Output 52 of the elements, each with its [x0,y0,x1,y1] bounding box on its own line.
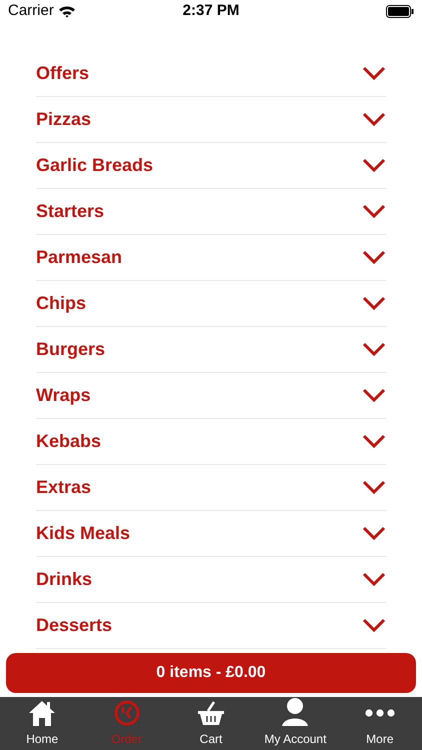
category-row[interactable]: Pizzas [36,96,386,142]
chevron-down-icon [362,572,386,586]
cart-summary-button[interactable]: 0 items - £0.00 [6,652,416,692]
category-row[interactable]: Offers [36,50,386,96]
chevron-down-icon [362,480,386,494]
category-row[interactable]: Chips [36,280,386,326]
chevron-down-icon [362,112,386,126]
chevron-down-icon [362,250,386,264]
category-row[interactable]: Starters [36,188,386,234]
category-label: Starters [36,200,104,222]
chevron-down-icon [362,296,386,310]
carrier-name: Carrier [8,1,54,21]
category-label: Desserts [36,614,112,636]
category-label: Drinks [36,568,92,590]
category-row[interactable]: Drinks [36,556,386,602]
category-row[interactable]: Extras [36,464,386,510]
more-icon [364,708,395,716]
category-label: Chips [36,292,86,315]
category-row[interactable]: Kebabs [36,418,386,464]
category-row[interactable]: Wraps [36,372,386,418]
category-label: Pizzas [36,108,92,130]
chevron-down-icon [362,204,386,218]
wifi-icon [58,4,76,18]
clock-time: 2:37 PM [182,1,240,21]
category-label: Wraps [36,384,91,407]
category-row[interactable]: Garlic Breads [36,142,386,188]
tab-bar-item[interactable]: Home [0,696,84,750]
tab-bar-item[interactable]: My Account [253,696,338,750]
category-row[interactable]: Parmesan [36,234,386,280]
chevron-down-icon [362,158,386,172]
person-icon [281,696,310,726]
category-row[interactable]: Burgers [36,326,386,372]
category-label: Burgers [36,338,106,361]
tab-bar-item[interactable]: Cart [168,696,254,750]
category-label: Offers [36,62,90,84]
category-row[interactable]: Kids Meals [36,510,386,556]
category-label: Extras [36,476,92,498]
chevron-down-icon [362,342,386,356]
clock-icon [112,698,141,726]
category-label: Kids Meals [36,522,130,544]
category-row[interactable]: Desserts [36,602,386,648]
chevron-down-icon [362,434,386,448]
chevron-down-icon [362,66,386,80]
house-icon [27,698,58,726]
category-label: Parmesan [36,246,122,268]
category-label: Kebabs [36,430,102,452]
tab-bar-item[interactable]: More [338,696,422,750]
battery-icon [386,4,414,18]
chevron-down-icon [362,388,386,402]
chevron-down-icon [362,526,386,540]
chevron-down-icon [362,618,386,632]
category-label: Garlic Breads [36,154,154,176]
